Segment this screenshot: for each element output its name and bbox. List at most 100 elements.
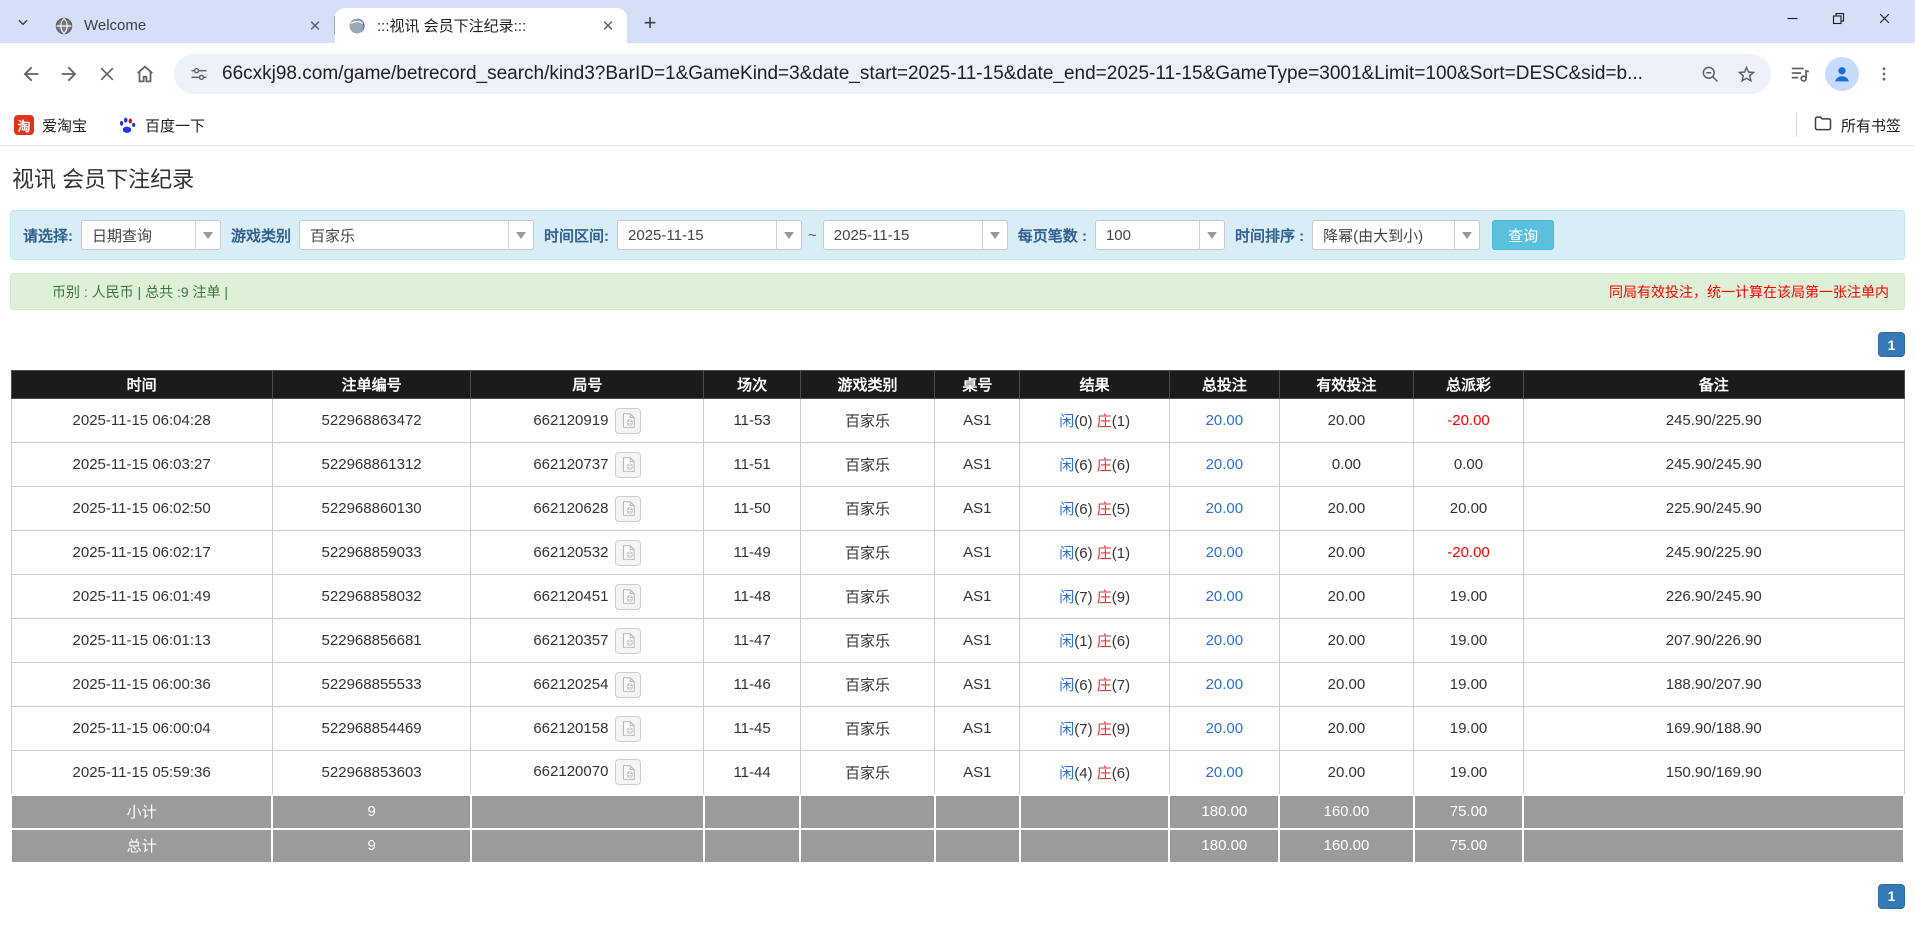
profile-avatar[interactable] bbox=[1825, 57, 1859, 91]
cell-bet-number: 522968854469 bbox=[272, 707, 471, 751]
cell-valid-bet: 20.00 bbox=[1279, 399, 1413, 443]
video-replay-button[interactable] bbox=[615, 496, 641, 522]
column-header: 局号 bbox=[471, 371, 704, 399]
sort-order-select[interactable]: 降幂(由大到小) bbox=[1312, 220, 1480, 250]
summary-text: 币别 : 人民币 | 总共 :9 注单 | bbox=[52, 282, 228, 302]
column-header: 注单编号 bbox=[272, 371, 471, 399]
url-text[interactable]: 66cxkj98.com/game/betrecord_search/kind3… bbox=[222, 63, 1685, 85]
total-bet-link[interactable]: 20.00 bbox=[1206, 544, 1244, 561]
zoom-icon[interactable] bbox=[1699, 63, 1721, 85]
video-replay-button[interactable] bbox=[615, 759, 641, 785]
payout-value: 19.00 bbox=[1450, 720, 1488, 737]
cell-note: 245.90/245.90 bbox=[1523, 443, 1904, 487]
date-end-select[interactable]: 2025-11-15 bbox=[823, 220, 1008, 250]
back-icon[interactable] bbox=[12, 55, 50, 93]
folder-icon bbox=[1813, 113, 1833, 137]
column-header: 结果 bbox=[1020, 371, 1170, 399]
filter-bar: 请选择: 日期查询 游戏类别 百家乐 时间区间: 2025-11-15 ~ 20… bbox=[10, 210, 1905, 260]
tab-close-icon[interactable]: ✕ bbox=[599, 17, 617, 35]
cell-note: 225.90/245.90 bbox=[1523, 487, 1904, 531]
cell-game-type: 百家乐 bbox=[800, 707, 934, 751]
total-bet-link[interactable]: 20.00 bbox=[1206, 412, 1244, 429]
home-icon[interactable] bbox=[126, 55, 164, 93]
cell-game-type: 百家乐 bbox=[800, 399, 934, 443]
cell-session: 11-46 bbox=[704, 663, 801, 707]
tab-title: :::视讯 会员下注纪录::: bbox=[377, 15, 599, 36]
video-replay-button[interactable] bbox=[615, 672, 641, 698]
cell-valid-bet: 20.00 bbox=[1279, 751, 1413, 795]
chevron-down-icon[interactable] bbox=[776, 221, 801, 249]
total-bet-link[interactable]: 20.00 bbox=[1206, 588, 1244, 605]
table-row: 2025-11-15 06:00:36522968855533662120254… bbox=[11, 663, 1904, 707]
video-replay-button[interactable] bbox=[615, 452, 641, 478]
new-tab-button[interactable]: + bbox=[635, 8, 665, 38]
cell-game-type: 百家乐 bbox=[800, 663, 934, 707]
cell-time: 2025-11-15 06:00:04 bbox=[11, 707, 272, 751]
cell-note: 245.90/225.90 bbox=[1523, 399, 1904, 443]
window-close-icon[interactable] bbox=[1861, 0, 1907, 36]
cell-result: 闲(7) 庄(9) bbox=[1020, 707, 1170, 751]
total-bet-link[interactable]: 20.00 bbox=[1206, 676, 1244, 693]
table-row: 2025-11-15 06:01:13522968856681662120357… bbox=[11, 619, 1904, 663]
total-bet-link[interactable]: 20.00 bbox=[1206, 720, 1244, 737]
tab-search-chevron-icon[interactable] bbox=[8, 7, 38, 37]
valid-bet-sum: 160.00 bbox=[1279, 795, 1413, 829]
window-minimize-icon[interactable] bbox=[1769, 0, 1815, 36]
game-type-select[interactable]: 百家乐 bbox=[299, 220, 534, 250]
site-settings-icon[interactable] bbox=[188, 63, 210, 85]
total-bet-link[interactable]: 20.00 bbox=[1206, 632, 1244, 649]
address-bar[interactable]: 66cxkj98.com/game/betrecord_search/kind3… bbox=[174, 54, 1771, 94]
all-bookmarks[interactable]: 所有书签 bbox=[1796, 113, 1901, 137]
total-bet-link[interactable]: 20.00 bbox=[1206, 456, 1244, 473]
video-replay-button[interactable] bbox=[615, 408, 641, 434]
media-controls-icon[interactable] bbox=[1781, 55, 1819, 93]
page-1-button[interactable]: 1 bbox=[1878, 884, 1905, 909]
payout-value: 19.00 bbox=[1450, 632, 1488, 649]
table-row: 2025-11-15 06:04:28522968863472662120919… bbox=[11, 399, 1904, 443]
chevron-down-icon[interactable] bbox=[1454, 221, 1479, 249]
cell-payout: -20.00 bbox=[1414, 399, 1524, 443]
bookmark-baidu[interactable]: 百度一下 bbox=[117, 115, 205, 136]
result-player: 闲 bbox=[1059, 677, 1074, 694]
page-size-select[interactable]: 100 bbox=[1095, 220, 1225, 250]
chevron-down-icon[interactable] bbox=[508, 221, 533, 249]
chevron-down-icon[interactable] bbox=[1199, 221, 1224, 249]
chevron-down-icon[interactable] bbox=[195, 221, 220, 249]
cell-result: 闲(6) 庄(6) bbox=[1020, 443, 1170, 487]
total-bet-link[interactable]: 20.00 bbox=[1206, 500, 1244, 517]
search-button[interactable]: 查询 bbox=[1492, 220, 1554, 250]
game-type-value: 百家乐 bbox=[300, 221, 508, 249]
tab-title: Welcome bbox=[84, 17, 306, 34]
query-type-select[interactable]: 日期查询 bbox=[81, 220, 221, 250]
cell-session: 11-51 bbox=[704, 443, 801, 487]
cell-total-bet: 20.00 bbox=[1169, 443, 1279, 487]
bookmark-taobao[interactable]: 淘 爱淘宝 bbox=[14, 115, 87, 136]
kebab-menu-icon[interactable] bbox=[1865, 55, 1903, 93]
cell-round-number: 662120254 bbox=[471, 663, 704, 707]
total-bet-link[interactable]: 20.00 bbox=[1206, 764, 1244, 781]
bookmark-star-icon[interactable] bbox=[1735, 63, 1757, 85]
payout-value: 0.00 bbox=[1454, 456, 1483, 473]
tab-welcome[interactable]: Welcome ✕ bbox=[42, 8, 334, 43]
stop-loading-icon[interactable] bbox=[88, 55, 126, 93]
page-1-button[interactable]: 1 bbox=[1878, 332, 1905, 357]
cell-total-bet: 20.00 bbox=[1169, 619, 1279, 663]
column-header: 场次 bbox=[704, 371, 801, 399]
result-banker: 庄 bbox=[1097, 545, 1112, 562]
cell-payout: 19.00 bbox=[1414, 663, 1524, 707]
video-replay-button[interactable] bbox=[615, 540, 641, 566]
video-replay-button[interactable] bbox=[615, 584, 641, 610]
total-count: 9 bbox=[272, 795, 471, 829]
tab-betrecord[interactable]: :::视讯 会员下注纪录::: ✕ bbox=[335, 8, 627, 43]
total-count: 9 bbox=[272, 829, 471, 863]
forward-icon[interactable] bbox=[50, 55, 88, 93]
chevron-down-icon[interactable] bbox=[982, 221, 1007, 249]
cell-table-number: AS1 bbox=[935, 575, 1020, 619]
grand-total-row: 总计9180.00160.0075.00 bbox=[11, 829, 1904, 863]
window-restore-icon[interactable] bbox=[1815, 0, 1861, 36]
tab-close-icon[interactable]: ✕ bbox=[306, 17, 324, 35]
date-start-select[interactable]: 2025-11-15 bbox=[617, 220, 802, 250]
video-replay-button[interactable] bbox=[615, 628, 641, 654]
video-replay-button[interactable] bbox=[615, 716, 641, 742]
result-banker: 庄 bbox=[1097, 457, 1112, 474]
